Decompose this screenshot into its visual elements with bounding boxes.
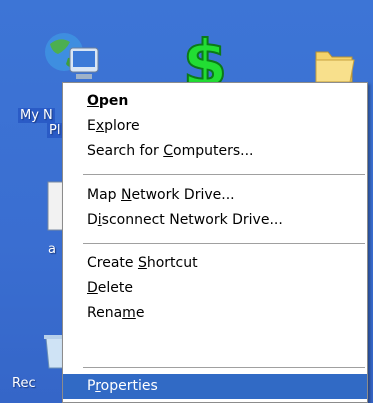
context-menu: Open Explore Search for Computers... Map… — [62, 82, 368, 403]
menu-item-properties[interactable]: Properties — [63, 374, 367, 399]
menu-item-open[interactable]: Open — [63, 89, 367, 114]
menu-item-explore[interactable]: Explore — [63, 114, 367, 139]
folder-icon[interactable] — [312, 44, 357, 86]
icon-label-partial[interactable]: a — [48, 242, 56, 257]
menu-separator — [83, 243, 365, 244]
menu-separator — [83, 367, 365, 368]
network-globe-icon[interactable] — [40, 30, 102, 86]
menu-item-map-network-drive[interactable]: Map Network Drive... — [63, 183, 367, 208]
menu-separator — [83, 174, 365, 175]
my-network-label[interactable]: My N — [18, 108, 55, 123]
menu-item-rename[interactable]: Rename — [63, 301, 367, 326]
my-network-label-line2[interactable]: Pl — [47, 123, 63, 138]
recycle-bin-label[interactable]: Rec — [12, 376, 36, 391]
menu-item-disconnect-network-drive[interactable]: Disconnect Network Drive... — [63, 208, 367, 233]
menu-item-delete[interactable]: Delete — [63, 276, 367, 301]
menu-item-search-computers[interactable]: Search for Computers... — [63, 139, 367, 164]
menu-item-create-shortcut[interactable]: Create Shortcut — [63, 251, 367, 276]
